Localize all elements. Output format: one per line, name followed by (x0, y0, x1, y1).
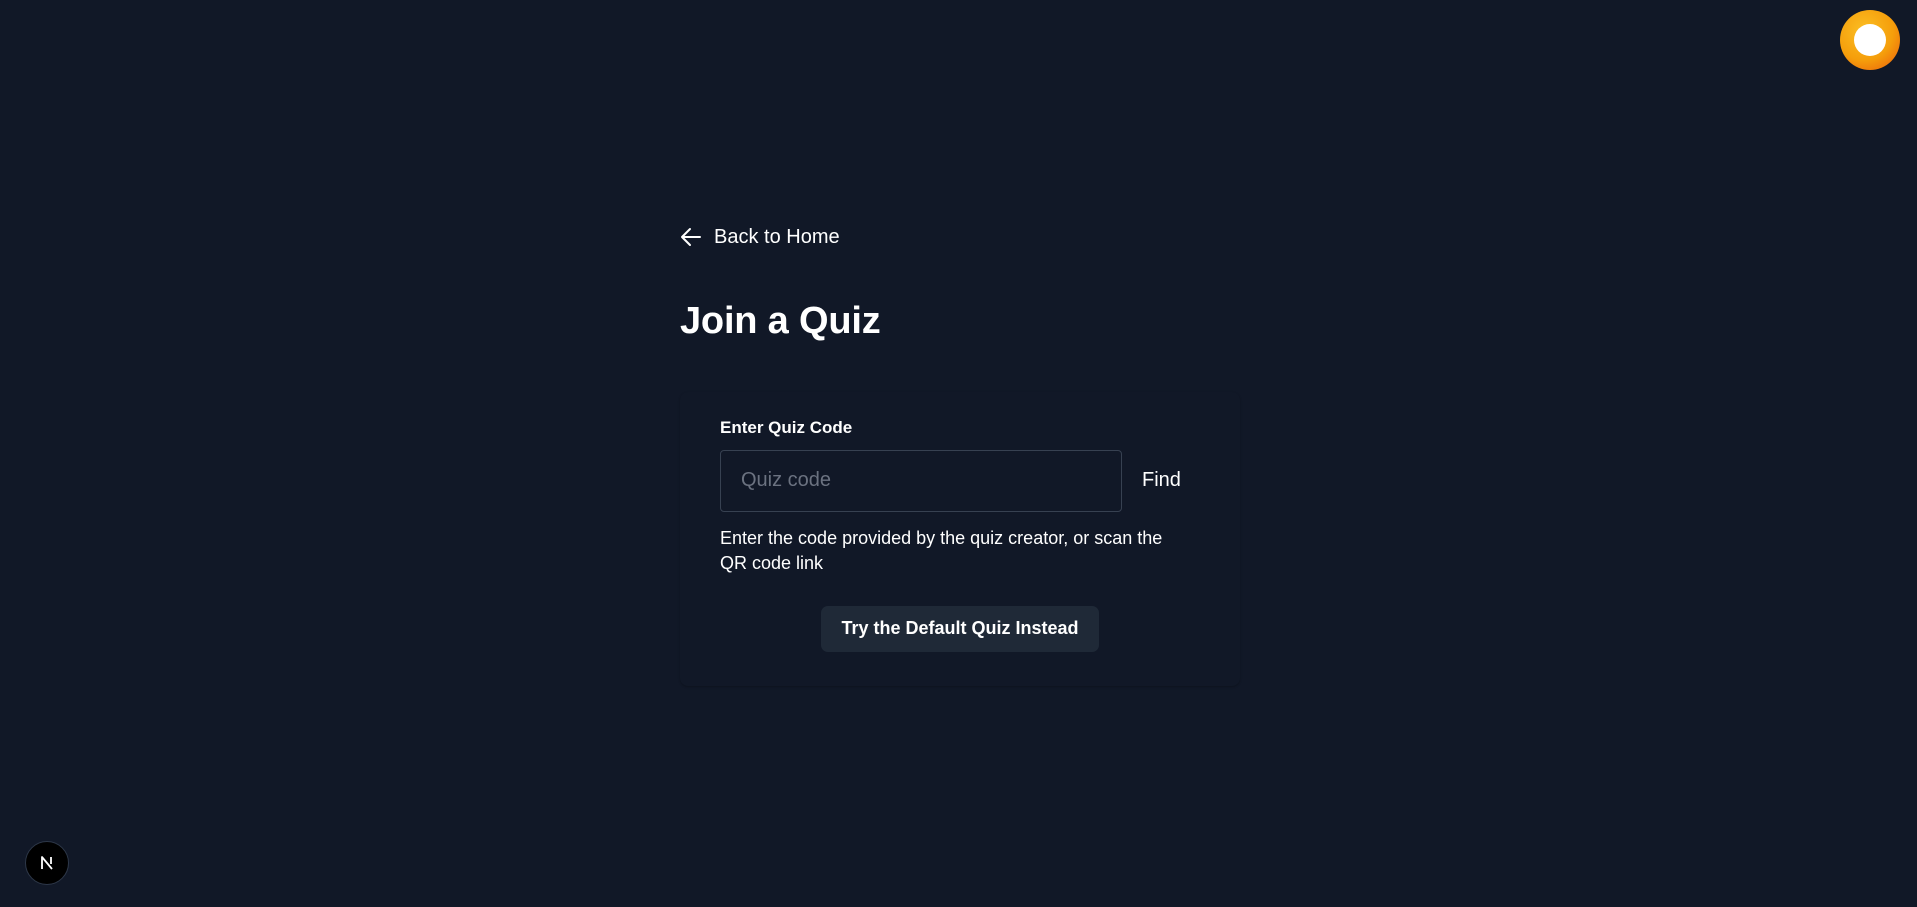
back-to-home-label: Back to Home (714, 225, 840, 248)
helper-text: Enter the code provided by the quiz crea… (720, 527, 1163, 573)
default-quiz-button[interactable]: Try the Default Quiz Instead (821, 605, 1099, 652)
join-quiz-card: Enter Quiz Code Find Enter the code prov… (680, 391, 1240, 686)
back-to-home-link[interactable]: Back to Home (680, 222, 840, 252)
quiz-code-row: Find (720, 449, 1200, 512)
quiz-code-input[interactable] (720, 449, 1122, 512)
next-logo-icon (41, 856, 53, 870)
user-avatar-icon (1854, 24, 1886, 56)
main-content: Back to Home Join a Quiz Enter Quiz Code… (680, 222, 1240, 686)
arrow-left-icon (681, 228, 701, 246)
page-title: Join a Quiz (680, 300, 881, 342)
user-avatar-button[interactable] (1840, 10, 1900, 70)
dev-tools-button[interactable] (25, 841, 69, 885)
find-button[interactable]: Find (1142, 463, 1181, 498)
page: Back to Home Join a Quiz Enter Quiz Code… (0, 0, 1917, 907)
default-quiz-wrap: Try the Default Quiz Instead (720, 605, 1200, 652)
quiz-code-label: Enter Quiz Code (720, 417, 853, 437)
